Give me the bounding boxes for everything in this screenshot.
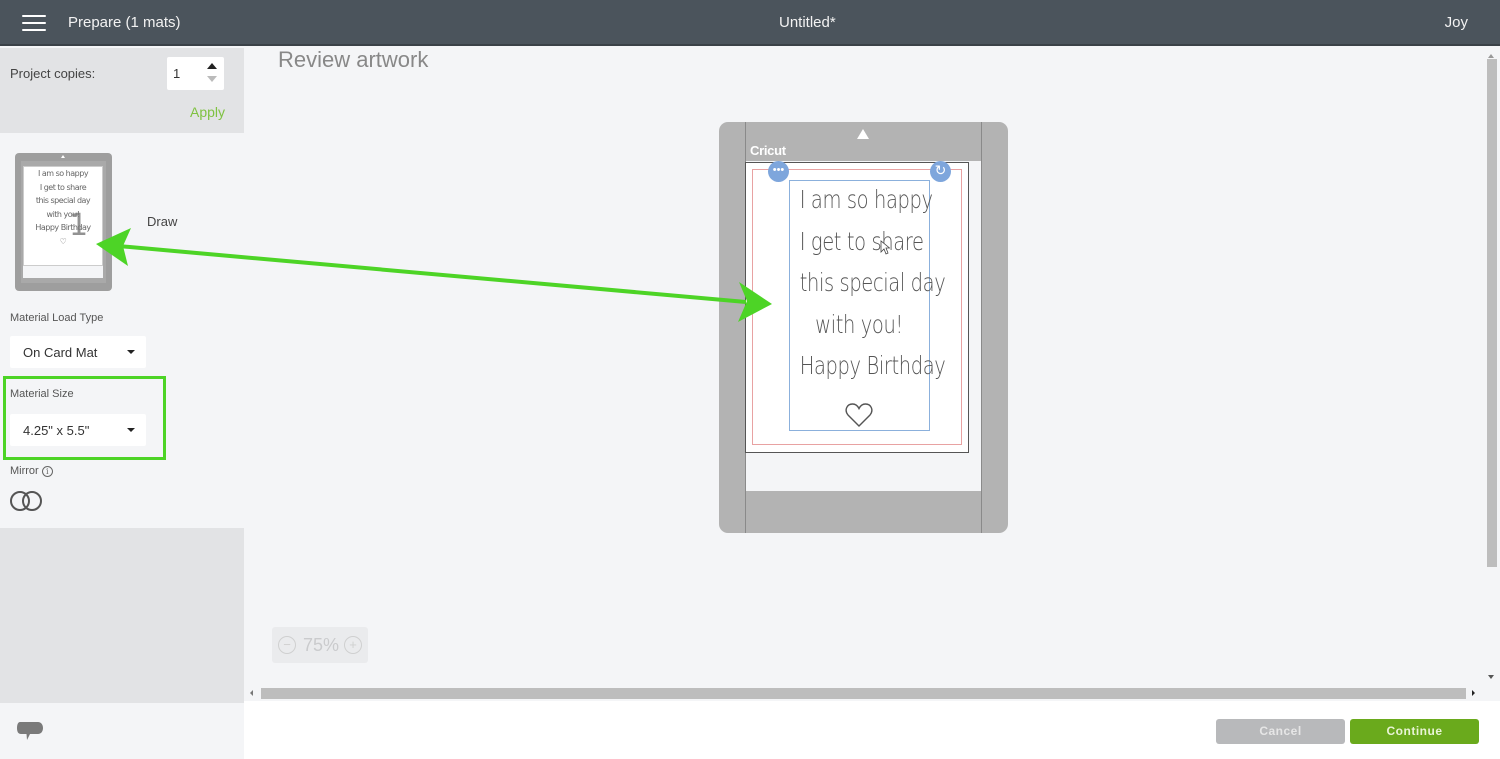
mouse-cursor-icon — [880, 240, 890, 255]
mirror-label-row: Mirror i — [10, 465, 53, 477]
sidebar-empty-area — [0, 528, 244, 703]
material-load-type-select[interactable]: On Card Mat — [10, 336, 146, 368]
zoom-control: − 75% + — [272, 627, 368, 663]
info-icon[interactable]: i — [41, 466, 53, 477]
design-line: this special day — [799, 268, 946, 297]
vertical-scrollbar[interactable] — [1484, 48, 1500, 686]
material-size-select[interactable]: 4.25" x 5.5" — [10, 414, 146, 446]
thumb-line: I am so happy — [37, 169, 89, 178]
increment-arrow-icon[interactable] — [207, 63, 217, 69]
scroll-up-arrow-icon[interactable] — [1488, 54, 1494, 58]
mirror-toggle[interactable] — [10, 491, 44, 511]
cancel-button[interactable]: Cancel — [1216, 719, 1345, 744]
project-copies-panel: Project copies: 1 Apply — [0, 48, 244, 133]
material-size-value: 4.25" x 5.5" — [23, 423, 90, 438]
mat-rail-right — [981, 122, 982, 533]
horizontal-scrollbar[interactable] — [244, 686, 1484, 701]
material-size-label: Material Size — [10, 388, 74, 400]
more-options-handle[interactable]: ••• — [768, 161, 789, 182]
mat-number: 1 — [69, 208, 89, 243]
design-line: I am so happy — [799, 185, 933, 214]
horizontal-scroll-thumb[interactable] — [261, 688, 1466, 699]
mat-direction-icon — [857, 129, 869, 139]
chat-bubble-icon[interactable] — [16, 720, 44, 744]
project-copies-value[interactable]: 1 — [173, 66, 180, 81]
mat-thumbnail[interactable]: I am so happy I get to share this specia… — [15, 153, 112, 291]
mat-thumbnail-paper: I am so happy I get to share this specia… — [23, 166, 103, 266]
scroll-right-arrow-icon[interactable] — [1472, 690, 1475, 696]
top-bar: Prepare (1 mats) Untitled* Joy — [0, 0, 1500, 46]
mat-direction-icon — [61, 155, 65, 158]
page-title: Prepare (1 mats) — [68, 14, 181, 31]
document-title: Untitled* — [779, 14, 836, 31]
chevron-down-icon — [127, 350, 135, 354]
thumb-line: this special day — [35, 196, 91, 205]
sidebar: Project copies: 1 Apply I am so happy I … — [0, 48, 244, 703]
cricut-logo: Cricut — [750, 143, 786, 158]
design-line: I get to share — [799, 226, 924, 256]
project-copies-input[interactable]: 1 — [167, 57, 224, 90]
chevron-down-icon — [127, 428, 135, 432]
thumb-line: with you! — [46, 209, 80, 219]
rotate-handle[interactable]: ↻ — [930, 161, 951, 182]
scroll-down-arrow-icon[interactable] — [1488, 675, 1494, 679]
user-menu[interactable]: Joy — [1445, 14, 1468, 31]
zoom-level: 75% — [303, 635, 340, 655]
material-load-type-label: Material Load Type — [10, 312, 104, 324]
hamburger-menu-icon[interactable] — [22, 15, 46, 33]
decrement-arrow-icon[interactable] — [207, 76, 217, 82]
apply-button[interactable]: Apply — [190, 104, 225, 120]
thumb-heart: ♡ — [59, 236, 67, 246]
thumb-line: I get to share — [39, 182, 87, 192]
project-copies-label: Project copies: — [10, 66, 96, 81]
mat-thumbnail-lower — [23, 266, 103, 278]
material-load-type-value: On Card Mat — [23, 345, 98, 360]
zoom-in-button[interactable]: + — [344, 636, 362, 654]
zoom-out-button[interactable]: − — [278, 636, 296, 654]
design-line: Happy Birthday — [799, 351, 946, 380]
review-artwork-title: Review artwork — [278, 47, 429, 72]
mat-label: Draw — [147, 214, 178, 229]
heart-icon — [845, 403, 873, 427]
design-line: with you! — [815, 309, 903, 339]
thumb-line: Happy Birthday — [35, 223, 91, 232]
vertical-scroll-thumb[interactable] — [1487, 59, 1497, 567]
mirror-label: Mirror — [10, 465, 39, 477]
design-text[interactable]: I am so happy I get to share this specia… — [799, 179, 946, 387]
scroll-left-arrow-icon[interactable] — [250, 690, 253, 696]
continue-button[interactable]: Continue — [1350, 719, 1479, 744]
